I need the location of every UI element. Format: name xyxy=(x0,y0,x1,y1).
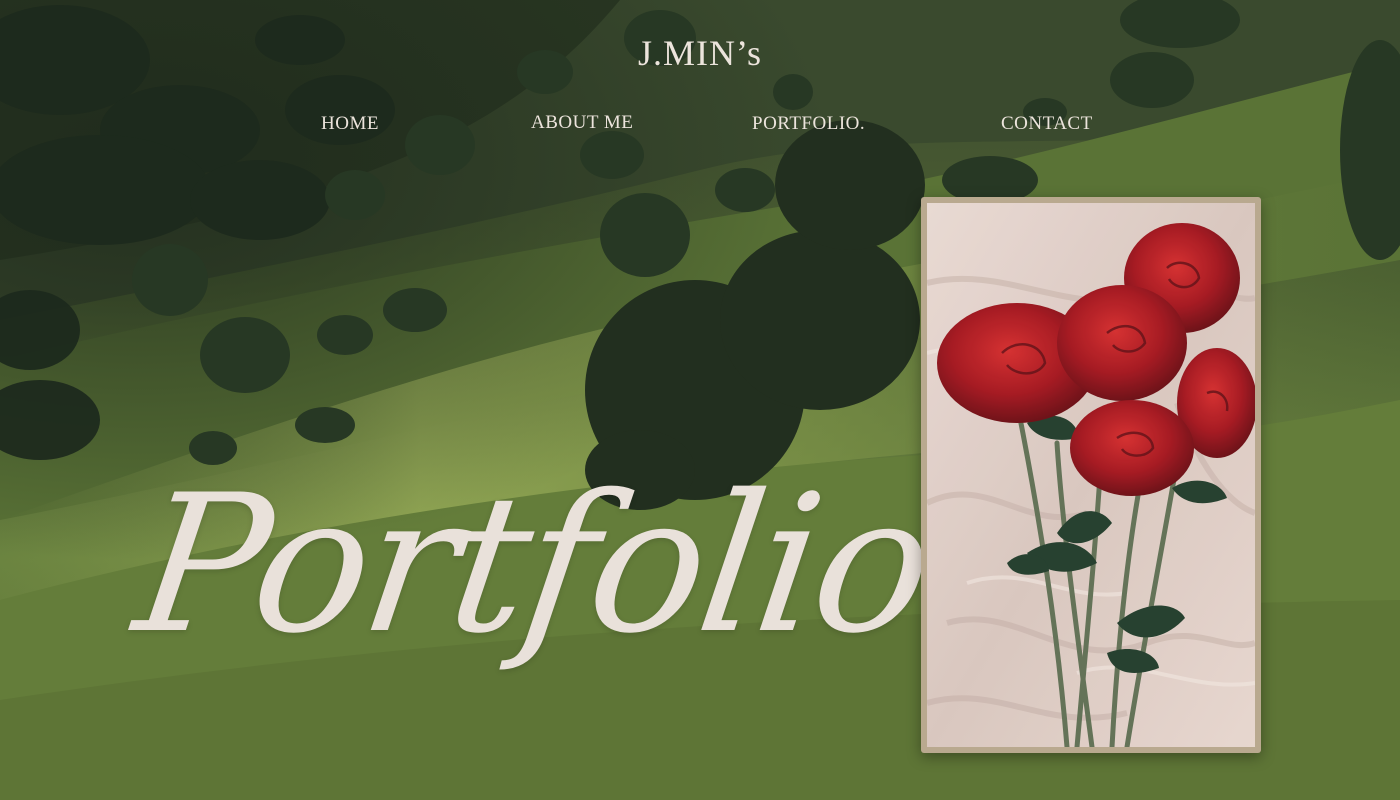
portfolio-page: J.MIN’s HOME ABOUT ME PORTFOLIO. CONTACT… xyxy=(0,0,1400,800)
rose-photo-frame xyxy=(921,197,1261,753)
site-title[interactable]: J.MIN’s xyxy=(0,32,1400,74)
hero-title: Portfolio. xyxy=(124,454,996,675)
nav-contact-link[interactable]: CONTACT xyxy=(1001,113,1093,135)
red-roses-image xyxy=(927,203,1255,747)
nav-home-link[interactable]: HOME xyxy=(321,113,379,135)
nav-about-me-link[interactable]: ABOUT ME xyxy=(531,112,633,134)
nav-portfolio-link[interactable]: PORTFOLIO. xyxy=(752,113,865,135)
site-title-text: J.MIN’s xyxy=(637,33,763,73)
